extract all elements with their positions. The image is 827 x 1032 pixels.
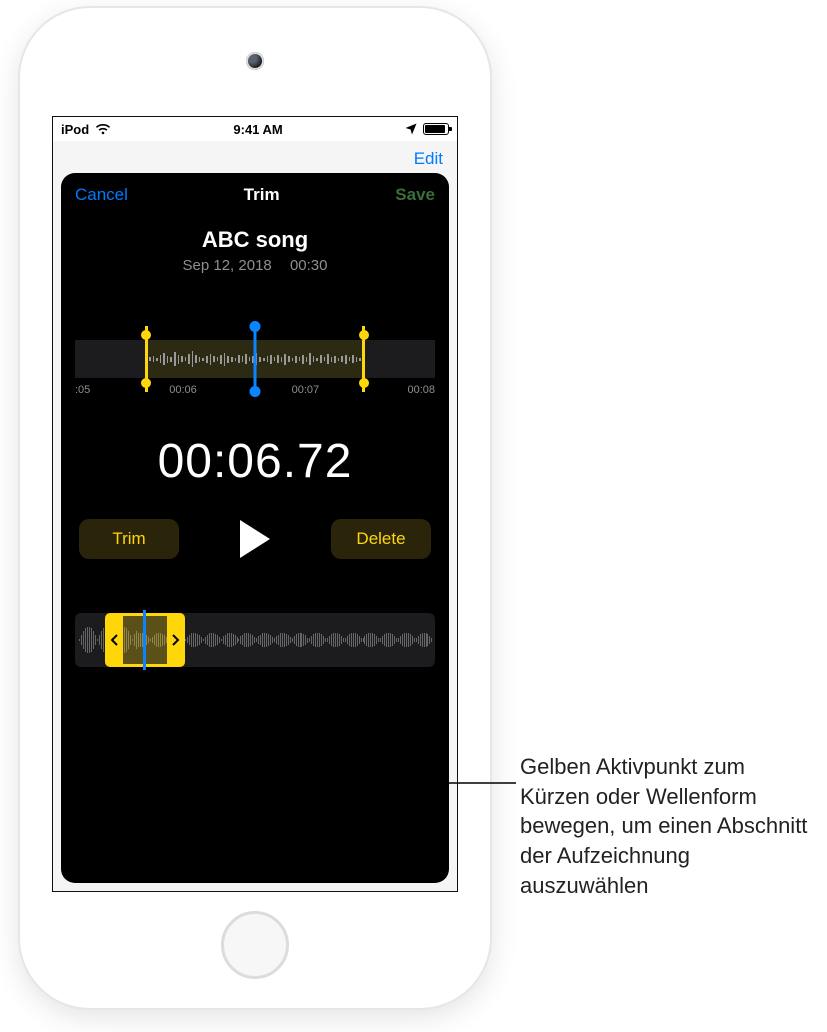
callout-text: Gelben Aktivpunkt zum Kürzen oder Wellen… <box>520 752 810 900</box>
